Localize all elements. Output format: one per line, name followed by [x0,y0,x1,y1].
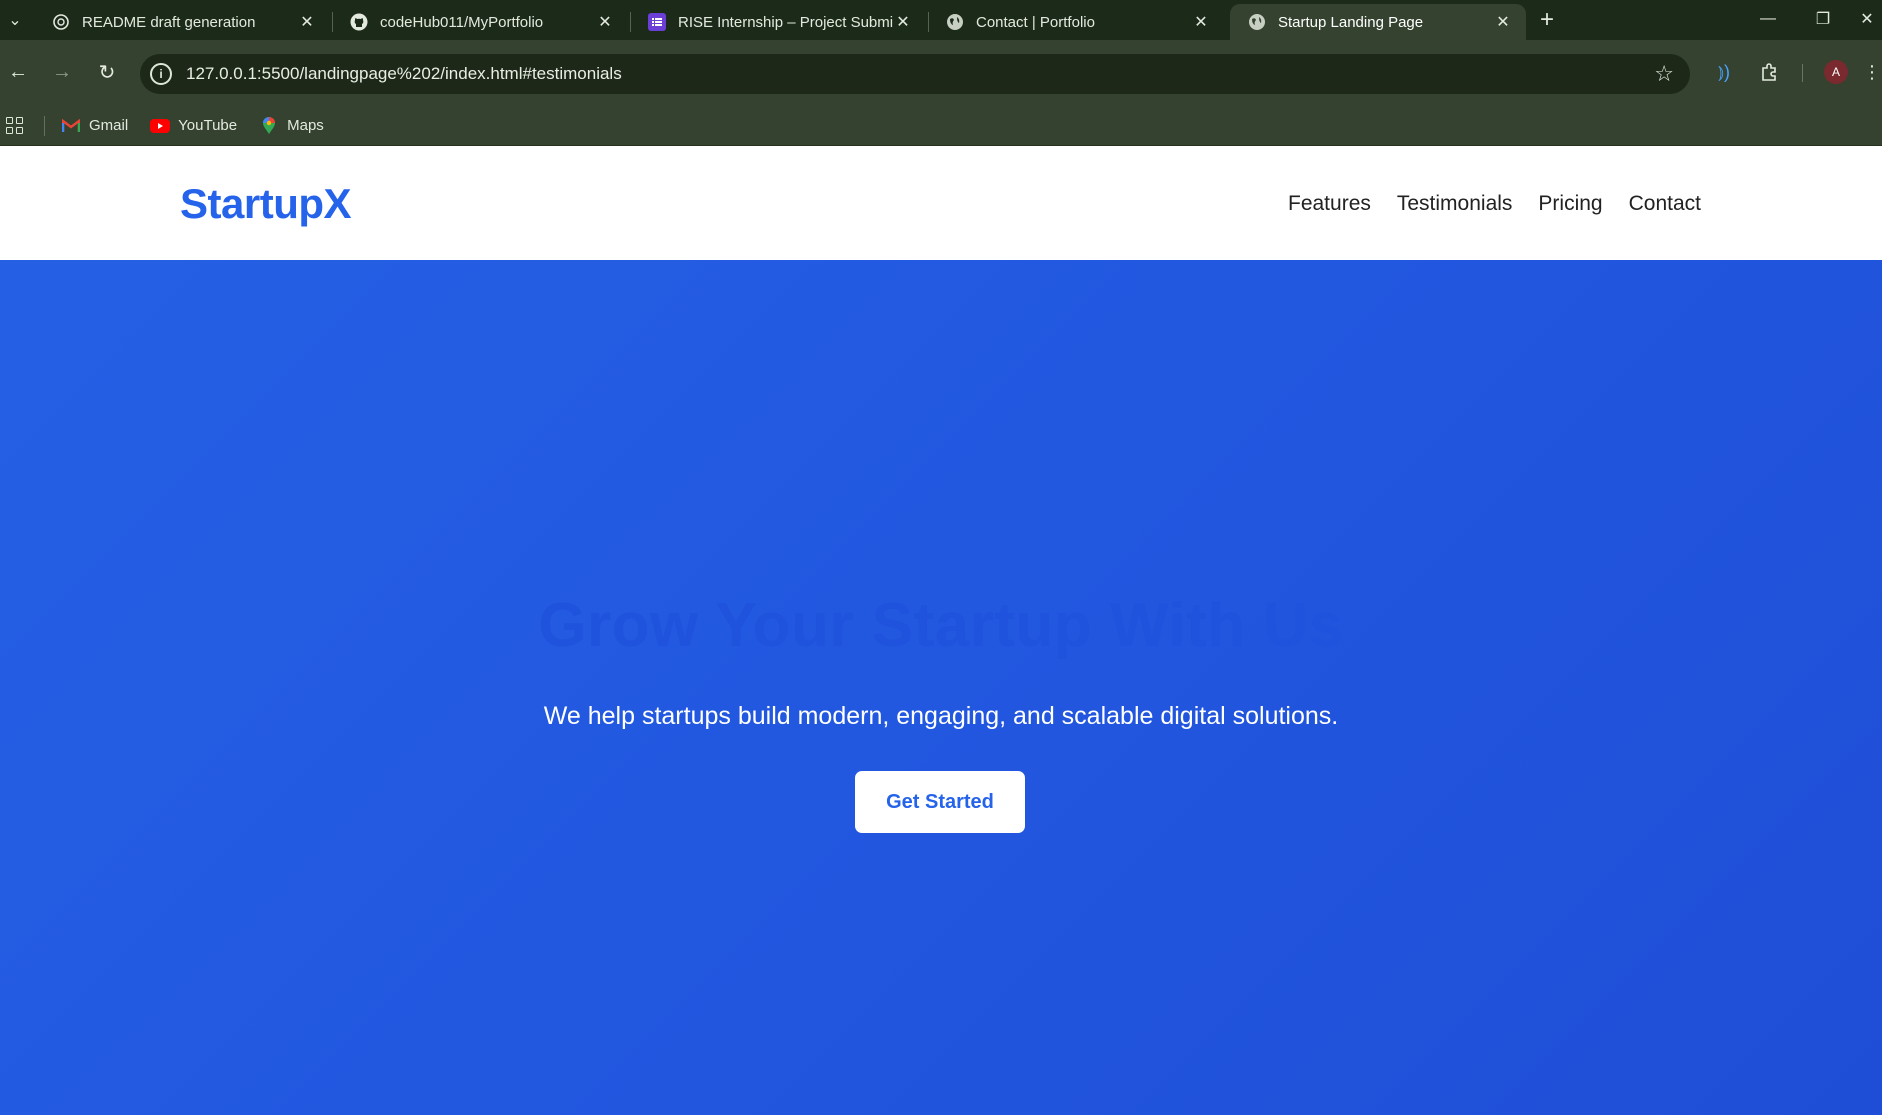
arrow-right-icon: → [52,60,72,83]
hero-subtitle: We help startups build modern, engaging,… [543,702,1339,730]
globe-icon [1248,13,1266,31]
restore-icon: ❐ [1815,11,1831,28]
bookmark-label: YouTube [178,117,238,134]
close-icon[interactable]: ✕ [298,12,316,32]
browser-toolbar: ← → ↻ i 127.0.0.1:5500/landingpage%202/i… [0,40,1882,106]
profile-button[interactable]: A [1818,54,1854,90]
address-bar[interactable]: i 127.0.0.1:5500/landingpage%202/index.h… [140,54,1690,94]
close-icon[interactable]: ✕ [1192,12,1210,32]
close-icon[interactable]: ✕ [596,12,614,32]
reload-button[interactable]: ↻ [89,54,125,90]
bookmark-label: Gmail [89,117,129,134]
bookmarks-divider [44,115,45,136]
arrow-left-icon: ← [8,60,28,83]
extensions-icon[interactable] [1752,54,1788,90]
toolbar-divider [1802,64,1803,82]
minimize-icon: — [1760,10,1776,27]
bookmark-label: Maps [287,117,324,134]
url-text[interactable]: 127.0.0.1:5500/landingpage%202/index.htm… [186,64,1654,84]
chevron-down-icon: ⌄ [8,12,22,29]
tab-github[interactable]: codeHub011/MyPortfolio ✕ [332,4,628,40]
avatar: A [1824,60,1848,84]
openai-icon [52,13,70,31]
tab-title: RISE Internship – Project Submi [678,13,894,31]
tab-startup-landing-page[interactable]: Startup Landing Page ✕ [1230,4,1526,40]
tab-title: Startup Landing Page [1278,13,1424,31]
menu-button[interactable]: ⋮ [1862,54,1882,90]
bookmarks-bar: Gmail YouTube Maps [0,106,1882,146]
tab-readme[interactable]: README draft generation ✕ [34,4,330,40]
tab-search-button[interactable]: ⌄ [0,4,30,36]
kebab-menu-icon: ⋮ [1863,61,1881,82]
hero-section: Grow Your Startup With Us We help startu… [0,260,1882,1115]
github-icon [350,13,368,31]
youtube-icon [150,118,171,134]
nav-link-pricing[interactable]: Pricing [1538,192,1602,216]
bookmark-youtube[interactable]: YouTube [150,117,237,134]
tab-title: README draft generation [82,13,256,31]
tab-rise-internship[interactable]: RISE Internship – Project Submi ✕ [630,4,926,40]
nav-link-features[interactable]: Features [1288,192,1371,216]
site-info-icon[interactable]: i [150,63,172,85]
tab-contact-portfolio[interactable]: Contact | Portfolio ✕ [928,4,1224,40]
bookmark-gmail[interactable]: Gmail [61,117,128,134]
plus-icon: + [1539,6,1554,33]
nav-link-testimonials[interactable]: Testimonials [1397,192,1513,216]
hero-title: Grow Your Startup With Us [538,591,1344,660]
close-icon[interactable]: ✕ [1494,12,1512,32]
apps-grid-icon[interactable] [6,116,24,135]
forms-icon [648,13,666,31]
close-icon[interactable]: ✕ [894,12,912,32]
back-button[interactable]: ← [0,54,36,90]
page-viewport: StartupX Features Testimonials Pricing C… [0,146,1882,1115]
tab-title: Contact | Portfolio [976,13,1095,31]
close-icon: ✕ [1860,11,1874,28]
bookmark-maps[interactable]: Maps [259,116,324,134]
cast-icon[interactable]: ⦆) [1706,54,1742,90]
site-nav: Features Testimonials Pricing Contact [1288,192,1701,216]
globe-icon [946,13,964,31]
minimize-button[interactable]: — [1742,0,1794,38]
tab-strip: ⌄ README draft generation ✕ codeHub011/M… [0,0,1882,40]
new-tab-button[interactable]: + [1532,6,1562,34]
gmail-icon [61,118,81,134]
get-started-button[interactable]: Get Started [855,771,1025,833]
bookmark-star-icon[interactable]: ☆ [1654,61,1674,87]
forward-button[interactable]: → [44,54,80,90]
site-header: StartupX Features Testimonials Pricing C… [0,146,1882,260]
nav-link-contact[interactable]: Contact [1629,192,1701,216]
site-logo[interactable]: StartupX [180,180,352,228]
restore-button[interactable]: ❐ [1797,0,1849,38]
close-window-button[interactable]: ✕ [1852,0,1882,38]
maps-icon [259,116,279,134]
tab-title: codeHub011/MyPortfolio [380,13,544,31]
reload-icon: ↻ [98,61,116,84]
